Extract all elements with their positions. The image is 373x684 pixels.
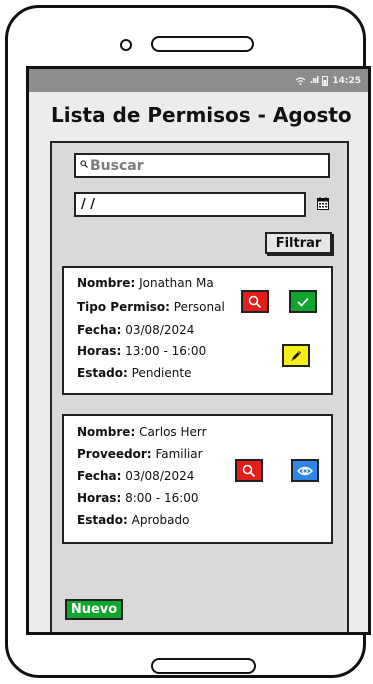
view-details-button[interactable] <box>235 459 263 482</box>
phone-frame: .ııl 14:25 Lista de Permisos - Agosto / … <box>5 5 371 678</box>
search-input[interactable] <box>90 157 310 174</box>
card-row-type: Tipo Permiso: Personal <box>77 300 225 314</box>
permission-card: Nombre: Carlos Herr Proveedor: Familiar … <box>62 414 333 544</box>
card-row-date: Fecha: 03/08/2024 <box>77 469 195 483</box>
pencil-icon <box>291 350 301 361</box>
status-time: 14:25 <box>332 75 361 86</box>
card-row-hours: Horas: 8:00 - 16:00 <box>77 491 199 505</box>
card-row-date: Fecha: 03/08/2024 <box>77 323 195 337</box>
approve-button[interactable] <box>289 290 317 313</box>
permission-card: Nombre: Jonathan Ma Tipo Permiso: Person… <box>62 266 333 395</box>
view-details-button[interactable] <box>241 290 269 313</box>
edit-button[interactable] <box>282 344 310 367</box>
search-icon <box>248 295 262 308</box>
app-screen: .ııl 14:25 Lista de Permisos - Agosto / … <box>26 66 371 635</box>
card-row-status: Estado: Pendiente <box>77 366 192 380</box>
battery-icon <box>322 75 329 86</box>
card-row-status: Estado: Aprobado <box>77 513 190 527</box>
search-icon <box>242 464 256 477</box>
date-value: / / <box>81 197 96 212</box>
calendar-icon[interactable] <box>317 197 329 210</box>
date-input[interactable]: / / <box>74 192 306 217</box>
filter-button[interactable]: Filtrar <box>265 232 332 254</box>
search-box[interactable] <box>74 153 330 178</box>
camera-dot <box>120 39 132 51</box>
permissions-panel: / / Filtrar Nombre: Jonathan Ma Tipo Per… <box>50 141 349 632</box>
card-row-hours: Horas: 13:00 - 16:00 <box>77 344 207 358</box>
check-icon <box>297 297 309 307</box>
page-title: Lista de Permisos - Agosto <box>51 103 352 127</box>
card-row-name: Nombre: Carlos Herr <box>77 425 207 439</box>
status-bar: .ııl 14:25 <box>29 69 368 92</box>
eye-icon <box>297 466 313 475</box>
wifi-icon <box>295 76 306 85</box>
speaker-slot <box>151 36 254 52</box>
card-row-name: Nombre: Jonathan Ma <box>77 276 214 290</box>
card-row-provider: Proveedor: Familiar <box>77 447 203 461</box>
new-button[interactable]: Nuevo <box>65 599 123 620</box>
home-button[interactable] <box>151 658 256 674</box>
search-icon <box>80 160 88 171</box>
signal-icon: .ııl <box>309 75 320 86</box>
view-button[interactable] <box>291 459 319 482</box>
